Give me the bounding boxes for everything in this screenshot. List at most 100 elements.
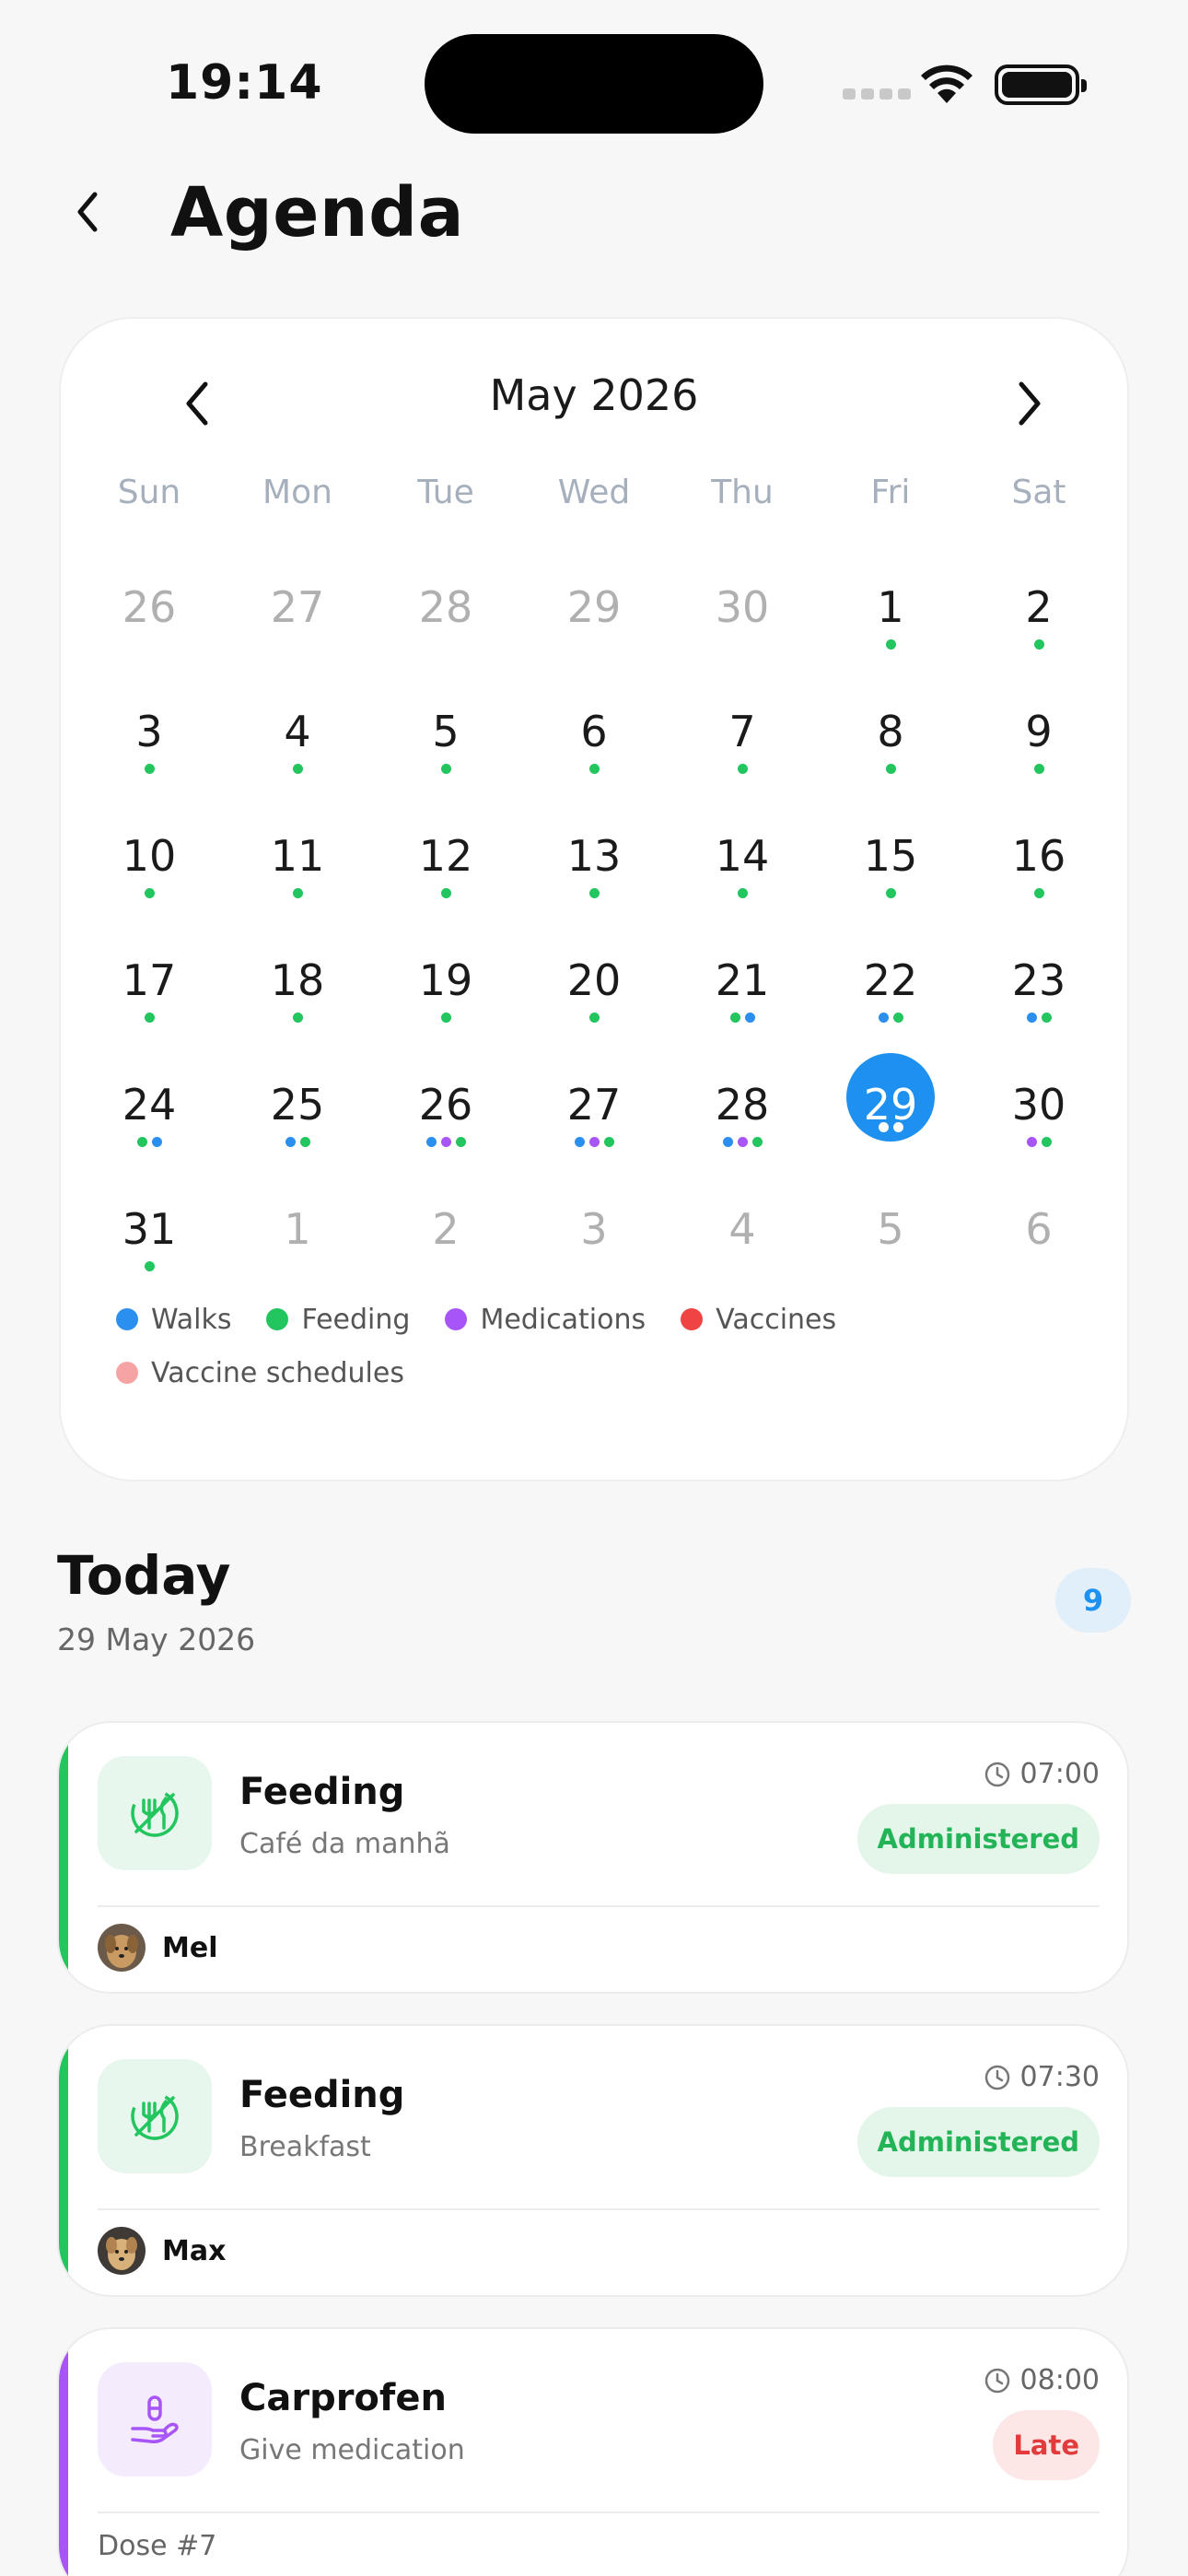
calendar-day[interactable]: 3 <box>89 705 209 806</box>
event-card[interactable]: Feeding Breakfast 07:30 Administered Max <box>57 2024 1129 2297</box>
calendar-day-number: 3 <box>580 1204 608 1254</box>
calendar-day-number: 24 <box>122 1080 177 1130</box>
weekday-label: Wed <box>557 474 631 511</box>
calendar-day[interactable]: 5 <box>831 1202 950 1304</box>
calendar-day[interactable]: 6 <box>979 1202 1099 1304</box>
calendar-day-number: 2 <box>432 1204 460 1254</box>
event-indicator-dots <box>238 888 357 898</box>
calendar-day[interactable]: 2 <box>386 1202 506 1304</box>
chevron-right-icon <box>1019 381 1041 426</box>
calendar-day[interactable]: 1 <box>238 1202 357 1304</box>
event-count-badge: 9 <box>1055 1568 1131 1633</box>
event-indicator-dots <box>238 764 357 774</box>
calendar-day[interactable]: 26 <box>386 1078 506 1179</box>
calendar-day[interactable]: 28 <box>682 1078 802 1179</box>
walks-dot <box>425 1137 437 1147</box>
calendar-day-number: 30 <box>715 582 770 632</box>
event-icon-box <box>98 2059 212 2173</box>
calendar-day[interactable]: 2 <box>979 580 1099 682</box>
calendar-day[interactable]: 27 <box>238 580 357 682</box>
calendar-day[interactable]: 4 <box>238 705 357 806</box>
calendar-day[interactable]: 10 <box>89 829 209 931</box>
legend-label: Medications <box>480 1303 646 1336</box>
calendar-day-number: 6 <box>580 707 608 756</box>
feeding-dot <box>588 764 600 774</box>
calendar-day-selected[interactable]: 29 <box>831 1053 950 1179</box>
event-card[interactable]: Feeding Café da manhã 07:00 Administered… <box>57 1721 1129 1994</box>
calendar-card: May 2026 Sun Mon Tue Wed Thu Fri Sat 26 27 28 29 3… <box>59 317 1129 1481</box>
signal-icon <box>843 88 911 100</box>
legend-dot <box>266 1308 289 1330</box>
event-title: Carprofen <box>239 2377 447 2419</box>
calendar-day[interactable]: 15 <box>831 829 950 931</box>
back-button[interactable] <box>64 184 111 240</box>
calendar-day[interactable]: 19 <box>386 954 506 1055</box>
calendar-day-number: 22 <box>863 955 918 1005</box>
feeding-dot <box>751 1137 763 1147</box>
divider <box>98 1905 1100 1907</box>
event-indicator-dots <box>979 639 1099 650</box>
calendar-day[interactable]: 28 <box>386 580 506 682</box>
calendar-day[interactable]: 1 <box>831 580 950 682</box>
legend-dot <box>116 1308 138 1330</box>
calendar-day[interactable]: 13 <box>534 829 654 931</box>
calendar-day[interactable]: 26 <box>89 580 209 682</box>
calendar-day[interactable]: 7 <box>682 705 802 806</box>
today-heading: Today <box>57 1544 231 1607</box>
event-indicator-dots <box>534 888 654 898</box>
calendar-day[interactable]: 9 <box>979 705 1099 806</box>
calendar-day[interactable]: 14 <box>682 829 802 931</box>
calendar-day[interactable]: 29 <box>534 580 654 682</box>
calendar-day-number: 14 <box>715 831 770 881</box>
legend-dot <box>116 1362 138 1384</box>
calendar-day-number: 13 <box>566 831 622 881</box>
calendar-day[interactable]: 8 <box>831 705 950 806</box>
clock-icon <box>984 2368 1009 2393</box>
calendar-day[interactable]: 27 <box>534 1078 654 1179</box>
event-indicator-dots <box>386 1137 506 1147</box>
feeding-dot <box>1033 639 1044 650</box>
feeding-dot <box>144 1013 155 1023</box>
calendar-day[interactable]: 6 <box>534 705 654 806</box>
calendar-day-number: 10 <box>122 831 177 881</box>
event-card[interactable]: Carprofen Give medication 08:00 Late Dos… <box>57 2327 1129 2576</box>
next-month-button[interactable] <box>993 367 1066 440</box>
calendar-day[interactable]: 4 <box>682 1202 802 1304</box>
calendar-day[interactable]: 20 <box>534 954 654 1055</box>
feeding-dot <box>1041 1013 1052 1023</box>
event-indicator-dots <box>386 888 506 898</box>
calendar-day[interactable]: 23 <box>979 954 1099 1055</box>
legend-label: Feeding <box>301 1303 411 1336</box>
feeding-dot <box>588 1013 600 1023</box>
calendar-day[interactable]: 16 <box>979 829 1099 931</box>
calendar-day[interactable]: 30 <box>682 580 802 682</box>
calendar-day[interactable]: 30 <box>979 1078 1099 1179</box>
legend-label: Vaccine schedules <box>151 1356 404 1389</box>
status-badge: Administered <box>856 1804 1100 1874</box>
medications-dot <box>1026 1137 1037 1147</box>
calendar-day[interactable]: 17 <box>89 954 209 1055</box>
calendar-day[interactable]: 5 <box>386 705 506 806</box>
event-indicator-dots <box>979 1013 1099 1023</box>
calendar-day[interactable]: 24 <box>89 1078 209 1179</box>
feeding-dot <box>144 1261 155 1271</box>
event-footer: Max <box>98 2227 226 2275</box>
event-time-text: 07:00 <box>1019 1758 1100 1790</box>
calendar-day[interactable]: 25 <box>238 1078 357 1179</box>
medications-dot <box>737 1137 748 1147</box>
calendar-day-number: 21 <box>715 955 770 1005</box>
medications-dot <box>588 1137 600 1147</box>
medication-hand-icon <box>131 2395 179 2443</box>
calendar-day[interactable]: 31 <box>89 1202 209 1304</box>
calendar-day[interactable]: 12 <box>386 829 506 931</box>
calendar-day[interactable]: 18 <box>238 954 357 1055</box>
calendar-day-number: 8 <box>877 707 904 756</box>
calendar-day-number: 28 <box>715 1080 770 1130</box>
calendar-day[interactable]: 11 <box>238 829 357 931</box>
calendar-day-number: 4 <box>728 1204 756 1254</box>
calendar-day[interactable]: 22 <box>831 954 950 1055</box>
dose-label: Dose #7 <box>98 2530 217 2562</box>
calendar-day[interactable]: 21 <box>682 954 802 1055</box>
calendar-day[interactable]: 3 <box>534 1202 654 1304</box>
feeding-dot <box>885 639 896 650</box>
